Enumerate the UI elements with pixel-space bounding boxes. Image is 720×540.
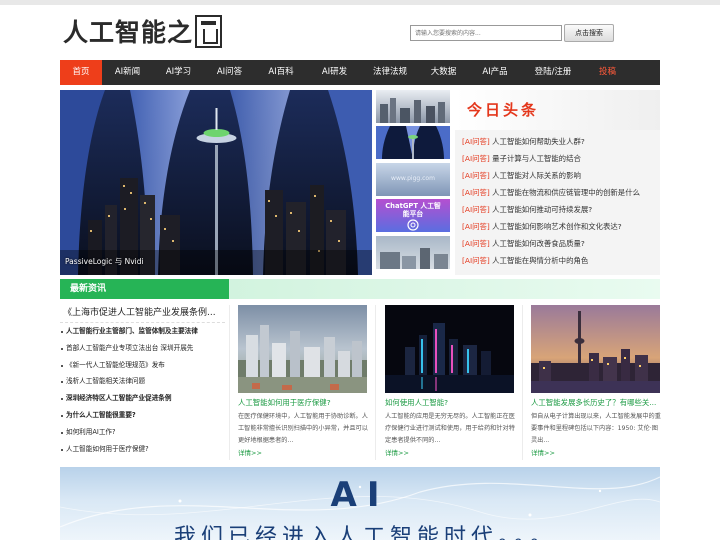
headline-item[interactable]: [AI问答] 人工智能如何改善食品质量? (462, 235, 660, 252)
ai-era-banner[interactable]: AI 我们已经进入人工智能时代。。。 (60, 467, 660, 540)
headline-text[interactable]: 人工智能如何帮助失业人群? (492, 137, 585, 146)
slider-thumb[interactable]: www.pigg.com (376, 162, 450, 196)
city-skyline-illustration (238, 325, 367, 393)
headline-text[interactable]: 量子计算与人工智能的结合 (492, 154, 581, 163)
slider-thumb[interactable] (376, 90, 450, 123)
nav-item-home[interactable]: 首页 (60, 60, 102, 85)
column-divider (229, 305, 230, 460)
top-strip (0, 0, 720, 5)
column-divider (522, 305, 523, 460)
nav-item-big-data[interactable]: 大数据 (418, 60, 469, 85)
read-more-link[interactable]: 详情>> (385, 447, 515, 457)
headline-text[interactable]: 人工智能如何影响艺术创作和文化表达? (492, 222, 622, 231)
list-item[interactable]: 深圳经济特区人工智能产业促进条例 (60, 390, 225, 407)
banner-subtitle: 我们已经进入人工智能时代。。。 (174, 525, 558, 540)
article-card: 人工智能如何用于医疗保健? 在医疗保健环境中，人工智能用于协助诊断。人工智能非常… (238, 305, 368, 461)
list-item[interactable]: 人工智能如何用于医疗保健? (60, 441, 225, 458)
latest-news-bar: 最新资讯 (60, 279, 660, 299)
headline-tag[interactable]: [AI问答] (462, 205, 490, 214)
list-item[interactable]: 首部人工智能产业专项立法出台 深圳开展先 (60, 340, 225, 357)
list-item[interactable]: 人工智能行业主管部门、监管体制及主要法律 (60, 323, 225, 340)
site-logo[interactable]: 人工智能之 (63, 12, 223, 50)
article-image[interactable] (238, 305, 367, 393)
slider-thumb[interactable] (376, 235, 450, 269)
headlines-title: 今日头条 (467, 101, 540, 119)
nav-item-ai-learning[interactable]: AI学习 (153, 60, 204, 85)
nav-item-ai-news[interactable]: AI新闻 (102, 60, 153, 85)
column-divider (375, 305, 376, 460)
article-image[interactable] (385, 305, 514, 393)
headline-item[interactable]: [AI问答] 人工智能在物流和供应链管理中的创新是什么 (462, 184, 660, 201)
hero-slider-image[interactable]: PassiveLogic 与 Nvidi (60, 90, 372, 275)
list-item[interactable]: 《新一代人工智能伦理规范》发布 (60, 357, 225, 374)
headline-item[interactable]: [AI问答] 人工智能如何帮助失业人群? (462, 133, 660, 150)
logo-text: 人工智能之 (63, 18, 194, 47)
thumb-arch-icon (376, 126, 450, 160)
headline-item[interactable]: [AI问答] 人工智能对人际关系的影响 (462, 167, 660, 184)
article-summary: 人工智能的应用是无穷无尽的。人工智能正在医疗保健行业进行测试和使用，用于给药和针… (385, 413, 515, 444)
article-card: 人工智能发展多长历史了？有哪些关... 但自从电子计算出现以来，人工智能发展中的… (531, 305, 661, 461)
nav-item-ai-wiki[interactable]: AI百科 (255, 60, 307, 85)
latest-news-list: 《上海市促进人工智能产业发展条例... 人工智能行业主管部门、监管体制及主要法律… (60, 303, 225, 457)
banner-title: AI (330, 475, 390, 515)
nav-item-login-register[interactable]: 登陆/注册 (521, 60, 585, 85)
headline-tag[interactable]: [AI问答] (462, 222, 490, 231)
slider-thumbnails: www.pigg.com ChatGPT 人工智能平台 (376, 90, 450, 275)
headline-item[interactable]: [AI问答] 人工智能如何影响艺术创作和文化表达? (462, 218, 660, 235)
latest-news-tab[interactable]: 最新资讯 (60, 279, 229, 299)
thumb-city-icon (380, 98, 445, 123)
search-input[interactable] (410, 25, 562, 41)
article-title[interactable]: 人工智能发展多长历史了？有哪些关... (531, 397, 661, 408)
latest-news-headline[interactable]: 《上海市促进人工智能产业发展条例... (60, 303, 225, 323)
read-more-link[interactable]: 详情>> (238, 447, 368, 457)
headline-text[interactable]: 人工智能如何改善食品质量? (492, 239, 585, 248)
nav-item-ai-research[interactable]: AI研发 (307, 60, 362, 85)
article-card: 如何使用人工智能? 人工智能的应用是无穷无尽的。人工智能正在医疗保健行业进行测试… (385, 305, 515, 461)
logo-window-icon (195, 14, 223, 48)
nav-item-ai-products[interactable]: AI产品 (469, 60, 521, 85)
headline-text[interactable]: 人工智能如何推动可持续发展? (492, 205, 592, 214)
night-city-illustration (385, 305, 514, 393)
headline-tag[interactable]: [AI问答] (462, 188, 490, 197)
list-item[interactable]: 为什么人工智能很重要? (60, 407, 225, 424)
headlines-list: [AI问答] 人工智能如何帮助失业人群? [AI问答] 量子计算与人工智能的结合… (462, 133, 660, 269)
search-button[interactable]: 点击搜索 (564, 24, 614, 42)
nav-item-ai-qa[interactable]: AI问答 (204, 60, 255, 85)
thumb-caption: www.pigg.com (391, 174, 435, 182)
list-item[interactable]: 如何利用AI工作? (60, 424, 225, 441)
thumb-factory-icon (380, 247, 448, 269)
hero-caption: PassiveLogic 与 Nvidi (65, 257, 144, 266)
headline-text[interactable]: 人工智能在物流和供应链管理中的创新是什么 (492, 188, 640, 197)
main-nav: 首页 AI新闻 AI学习 AI问答 AI百科 AI研发 法律法规 大数据 AI产… (60, 60, 660, 85)
nav-item-law[interactable]: 法律法规 (362, 60, 418, 85)
article-image[interactable] (531, 305, 660, 393)
slider-thumb[interactable] (376, 126, 450, 160)
list-item[interactable]: 浅析人工智能相关法律问题 (60, 373, 225, 390)
read-more-link[interactable]: 详情>> (531, 447, 661, 457)
todays-headlines-panel: 今日头条 [AI问答] 人工智能如何帮助失业人群? [AI问答] 量子计算与人工… (455, 90, 660, 275)
headlines-header: 今日头条 (455, 90, 660, 130)
article-summary: 在医疗保健环境中，人工智能用于协助诊断。人工智能非常擅长识别扫描中的小异常，并且… (238, 413, 368, 444)
headline-tag[interactable]: [AI问答] (462, 154, 490, 163)
article-summary: 但自从电子计算出现以来，人工智能发展中的重要事件和里程碑包括以下内容：1950:… (531, 413, 661, 444)
tower-skyline-illustration (531, 311, 660, 393)
slider-thumb[interactable]: ChatGPT 人工智能平台 (376, 199, 450, 233)
headline-text[interactable]: 人工智能在舆情分析中的角色 (492, 256, 588, 265)
article-title[interactable]: 人工智能如何用于医疗保健? (238, 397, 368, 408)
headline-item[interactable]: [AI问答] 量子计算与人工智能的结合 (462, 150, 660, 167)
headline-item[interactable]: [AI问答] 人工智能在舆情分析中的角色 (462, 252, 660, 269)
headline-tag[interactable]: [AI问答] (462, 137, 490, 146)
city-night-illustration (60, 90, 372, 275)
headline-item[interactable]: [AI问答] 人工智能如何推动可持续发展? (462, 201, 660, 218)
openai-logo-icon (407, 219, 419, 231)
headline-text[interactable]: 人工智能对人际关系的影响 (492, 171, 581, 180)
headline-tag[interactable]: [AI问答] (462, 171, 490, 180)
nav-item-submit[interactable]: 投稿 (585, 60, 630, 85)
headline-tag[interactable]: [AI问答] (462, 256, 490, 265)
headline-tag[interactable]: [AI问答] (462, 239, 490, 248)
article-title[interactable]: 如何使用人工智能? (385, 397, 515, 408)
